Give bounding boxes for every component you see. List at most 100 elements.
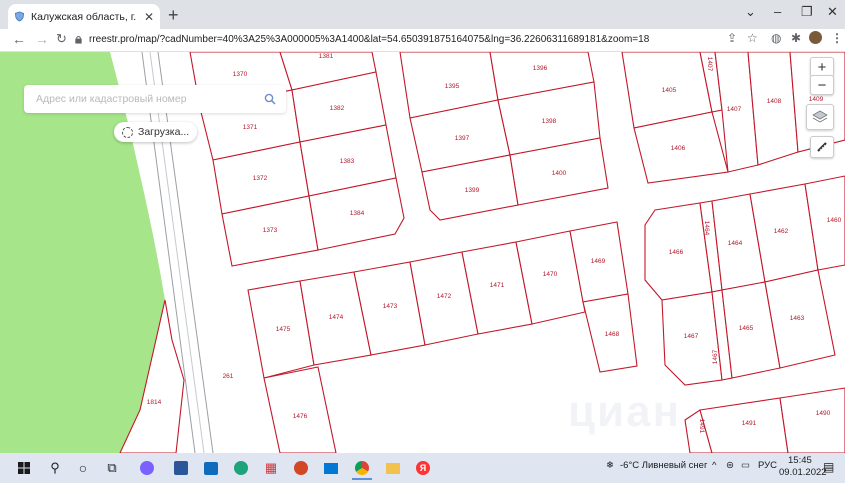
plot-label: 1469 xyxy=(591,258,606,265)
close-window-button[interactable]: ✕ xyxy=(827,4,838,20)
bookmark-star-icon[interactable]: ☆ xyxy=(747,31,758,45)
plot-label: 1384 xyxy=(350,210,365,217)
plot-1476 xyxy=(263,366,337,453)
zoom-in-button[interactable]: + xyxy=(810,57,834,77)
measure-button[interactable] xyxy=(810,136,834,158)
plot-label: 1466 xyxy=(669,249,684,256)
plot-label: 1408 xyxy=(767,98,782,105)
tab-close-icon[interactable]: ✕ xyxy=(144,10,154,24)
search-icon[interactable] xyxy=(264,93,276,105)
plot-label: 1383 xyxy=(340,158,355,165)
plot-label: 1406 xyxy=(671,145,686,152)
site-shield-icon xyxy=(14,11,25,22)
ruler-icon xyxy=(817,142,827,152)
spinner-icon xyxy=(122,126,133,138)
plot-label: 1397 xyxy=(455,135,470,142)
share-icon[interactable]: ⇪ xyxy=(727,31,737,45)
plot-label: 1474 xyxy=(329,314,344,321)
plot-label: 1396 xyxy=(533,65,548,72)
reload-icon[interactable]: ↻ xyxy=(56,30,67,48)
plot-label: 1381 xyxy=(319,53,334,60)
browser-tab[interactable]: Калужская область, г. Калуга, д. ✕ xyxy=(8,4,160,29)
tray-chevron-icon[interactable]: ^ xyxy=(712,460,716,471)
language-indicator[interactable]: РУС xyxy=(758,460,777,471)
plot-label: 1405 xyxy=(662,87,677,94)
windows-start-icon[interactable] xyxy=(14,458,34,478)
loading-text: Загрузка... xyxy=(138,126,190,138)
plot-label: 1476 xyxy=(293,413,308,420)
file-explorer-icon[interactable] xyxy=(383,458,403,478)
plot-label: 1467 xyxy=(712,349,719,364)
plot-label: 1398 xyxy=(542,118,557,125)
address-bar[interactable]: rreestr.pro/map/?cadNumber=40%3A25%3A000… xyxy=(74,31,764,48)
plot-label: 1460 xyxy=(827,217,842,224)
plot-label: 1371 xyxy=(243,124,258,131)
plot-label: 1475 xyxy=(276,326,291,333)
search-taskbar-icon[interactable]: ⚲ xyxy=(45,458,65,478)
plot-label: 1465 xyxy=(739,325,754,332)
task-view-icon[interactable]: ⧉ xyxy=(102,458,122,478)
yandex-browser-icon[interactable]: Я xyxy=(413,458,433,478)
battery-icon[interactable]: ▭ xyxy=(741,460,750,471)
plot-label: 1473 xyxy=(383,303,398,310)
plot-label: 1407 xyxy=(727,106,742,113)
plot-label: 1462 xyxy=(774,228,789,235)
cadastral-map[interactable]: 1370 1381 1395 1396 1405 1407 1407 1408 … xyxy=(0,52,845,453)
plot-label: 1399 xyxy=(465,187,480,194)
search-input[interactable] xyxy=(34,92,258,106)
tab-title: Калужская область, г. Калуга, д. xyxy=(31,10,140,23)
tab-search-icon[interactable]: ⌄ xyxy=(745,4,756,20)
plot-label: 1491 xyxy=(698,419,705,434)
plot-label: 1467 xyxy=(684,333,699,340)
translate-icon[interactable]: ◍ xyxy=(771,31,781,45)
restore-button[interactable]: ❐ xyxy=(801,4,813,20)
menu-kebab-icon[interactable]: ⋮ xyxy=(831,31,843,45)
layers-icon xyxy=(812,110,828,123)
plot-label: 1471 xyxy=(490,282,505,289)
notifications-icon[interactable]: ▤ xyxy=(823,460,834,474)
zoom-out-button[interactable]: − xyxy=(810,75,834,95)
plot-label: 1373 xyxy=(263,227,278,234)
plot-label: 1464 xyxy=(703,221,710,236)
lock-icon xyxy=(75,35,82,44)
edge-icon[interactable] xyxy=(231,458,251,478)
weather-icon[interactable]: ❄ xyxy=(606,460,614,471)
new-tab-button[interactable]: + xyxy=(168,6,179,24)
plot-label: 1409 xyxy=(809,96,824,103)
plot-label: 1407 xyxy=(706,57,713,72)
url-text: rreestr.pro/map/?cadNumber=40%3A25%3A000… xyxy=(89,34,650,45)
chrome-icon[interactable] xyxy=(352,458,372,480)
plot-1490 xyxy=(779,387,845,453)
teams-icon[interactable] xyxy=(137,458,157,478)
plot-label: 1490 xyxy=(816,410,831,417)
plot-label: 1463 xyxy=(790,315,805,322)
powerpoint-icon[interactable] xyxy=(291,458,311,478)
office-icon[interactable]: ▦ xyxy=(261,458,281,478)
plot-label: 1395 xyxy=(445,83,460,90)
plot-label: 1472 xyxy=(437,293,452,300)
profile-avatar[interactable] xyxy=(809,31,822,44)
weather-text[interactable]: -6°C Ливневый снег xyxy=(620,460,707,471)
back-arrow-icon[interactable]: ← xyxy=(12,30,26,48)
layers-button[interactable] xyxy=(806,104,834,130)
plot-label: 1814 xyxy=(147,399,162,406)
plot-label: 261 xyxy=(223,373,234,380)
search-box[interactable] xyxy=(24,85,286,113)
plot-label: 1491 xyxy=(742,420,757,427)
extensions-icon[interactable]: ✱ xyxy=(791,31,801,45)
mail-icon[interactable] xyxy=(321,458,341,478)
plot-label: 1372 xyxy=(253,175,268,182)
plot-label: 1370 xyxy=(233,71,248,78)
plot-label: 1400 xyxy=(552,170,567,177)
minimize-button[interactable]: – xyxy=(774,4,781,19)
cortana-icon[interactable]: ○ xyxy=(73,458,93,478)
word-icon[interactable] xyxy=(171,458,191,478)
forward-arrow-icon[interactable]: → xyxy=(35,30,49,48)
loading-indicator: Загрузка... xyxy=(114,122,198,142)
network-icon[interactable]: ⊜ xyxy=(726,460,734,471)
store-icon[interactable] xyxy=(201,458,221,478)
plot-label: 1468 xyxy=(605,331,620,338)
clock-time[interactable]: 15:45 xyxy=(788,455,812,466)
clock-date[interactable]: 09.01.2022 xyxy=(779,467,827,478)
plot-label: 1464 xyxy=(728,240,743,247)
